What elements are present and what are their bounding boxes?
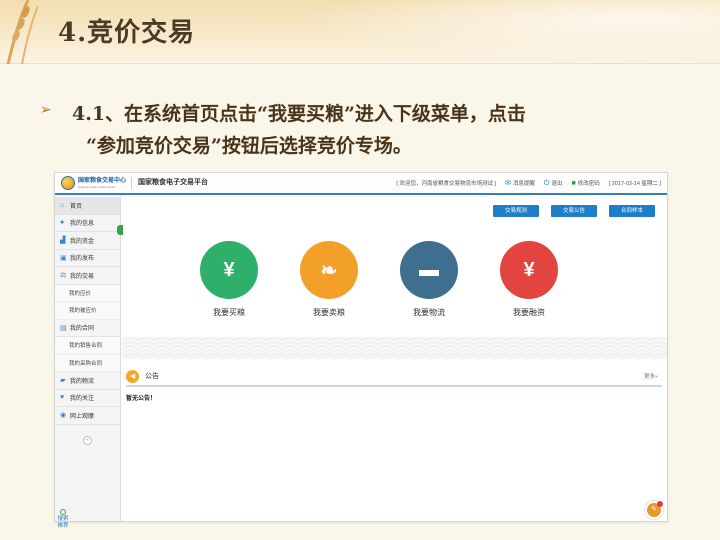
search-recommend[interactable]: 搜索推荐 (57, 509, 69, 530)
app-logo[interactable]: 国家粮食交易中心 National Grain Trade Center (55, 172, 131, 194)
eye-icon: ◉ (60, 412, 67, 420)
sidebar-collapse-button[interactable]: « (83, 436, 92, 445)
notice-header: ◀ 公告 更多» (126, 367, 662, 387)
buy-grain-tile[interactable]: ¥ 我要买粮 (199, 241, 259, 318)
main-content: 交易规则 交易公告 合同样本 ¥ 我要买粮 ❧ 我要卖粮 ▬ 我要物流 ¥ 我要… (122, 197, 667, 521)
app-screenshot: 国家粮食交易中心 National Grain Trade Center 国家粮… (54, 172, 668, 529)
trade-rules-button[interactable]: 交易规则 (493, 205, 539, 217)
slide-title: 4.竞价交易 (58, 18, 196, 48)
lock-icon: ■ (571, 180, 576, 187)
user-icon: ● (60, 219, 65, 227)
logistics-tile[interactable]: ▬ 我要物流 (399, 241, 459, 318)
action-tiles: ¥ 我要买粮 ❧ 我要卖粮 ▬ 我要物流 ¥ 我要融资 (199, 241, 559, 318)
notice-empty-text: 暂无公告！ (126, 396, 157, 402)
sell-grain-icon: ❧ (300, 241, 358, 299)
sidebar-sub-bids-received[interactable]: 我的被应价 (55, 302, 120, 320)
sidebar-item-observe[interactable]: ◉ 网上观摩 (55, 407, 120, 425)
financing-icon: ¥ (500, 241, 558, 299)
logo-text-en: National Grain Trade Center (78, 184, 116, 189)
chart-icon: ▟ (60, 237, 66, 245)
logo-emblem-icon (61, 176, 75, 190)
sidebar-item-trade[interactable]: ⚖ 我的交易 (55, 267, 120, 285)
megaphone-icon: ◀ (126, 369, 139, 383)
financing-label: 我要融资 (513, 308, 545, 317)
truck-icon: ▬ (400, 241, 458, 299)
sidebar-item-logistics[interactable]: ▰ 我的物流 (55, 372, 120, 390)
bullet-arrow-icon: ➢ (40, 102, 52, 118)
sidebar-item-contract[interactable]: ▤ 我的合同 (55, 320, 120, 337)
home-icon: ⌂ (60, 201, 65, 209)
buy-grain-icon: ¥ (200, 241, 258, 299)
trade-icon: ⚖ (60, 272, 67, 280)
messages-link[interactable]: ✉ 消息提醒 (505, 179, 535, 187)
platform-name: 国家粮食电子交易平台 (131, 177, 208, 189)
contract-sample-button[interactable]: 合同样本 (609, 205, 655, 217)
contract-icon: ▤ (60, 324, 67, 332)
notice-title: 公告 (145, 373, 159, 380)
power-icon: ⏻ (543, 179, 550, 187)
app-topbar: 国家粮食交易中心 National Grain Trade Center 国家粮… (55, 173, 667, 195)
buy-grain-label: 我要买粮 (213, 308, 245, 317)
logout-link[interactable]: ⏻ 退出 (544, 179, 563, 188)
logo-text-cn: 国家粮食交易中心 (78, 177, 127, 184)
sidebar-item-funds[interactable]: ▟ 我的资金 (55, 232, 120, 250)
logistics-icon: ▰ (60, 377, 66, 385)
bullet-line-1: 4.1、在系统首页点击“我要买粮”进入下级菜单，点击 (72, 103, 526, 125)
sidebar-item-follow[interactable]: ♥ 我的关注 (55, 390, 120, 407)
sidebar: ⌂ 首页 ● 我的信息 ▟ 我的资金 ▣ 我的发布 ⚖ 我的交易 我的应价 我的被应价 ▤… (55, 197, 123, 529)
top-buttons: 交易规则 交易公告 合同样本 (493, 205, 655, 217)
change-password-link[interactable]: ■ 修改密码 (571, 179, 599, 187)
search-dot-icon (60, 509, 66, 515)
trade-notice-button[interactable]: 交易公告 (551, 205, 597, 217)
heart-icon: ♥ (60, 394, 65, 402)
slide-header: 4.竞价交易 (0, 0, 720, 64)
sidebar-item-home[interactable]: ⌂ 首页 (55, 197, 120, 215)
welcome-text: [ 欢迎您，河南省粮食交易物流市场测试 ] (396, 181, 497, 187)
sidebar-item-publish[interactable]: ▣ 我的发布 (55, 250, 120, 267)
notification-dot-icon (657, 501, 663, 507)
logistics-label: 我要物流 (413, 308, 445, 317)
decorative-wave-band (122, 337, 667, 359)
financing-tile[interactable]: ¥ 我要融资 (499, 241, 559, 318)
sidebar-sub-my-bids[interactable]: 我的应价 (55, 284, 120, 302)
topbar-actions: [ 欢迎您，河南省粮食交易物流市场测试 ] ✉ 消息提醒 ⏻ 退出 ■ 修改密码 [ … (396, 179, 667, 188)
sidebar-sub-purchase-contract[interactable]: 我的采购合同 (55, 354, 120, 372)
bullet-line-2: “参加竞价交易”按钮后选择竞价专场。 (86, 135, 412, 157)
sidebar-item-info[interactable]: ● 我的信息 (55, 215, 120, 232)
publish-icon: ▣ (60, 254, 67, 262)
mail-icon: ✉ (505, 180, 511, 187)
sell-grain-label: 我要卖粮 (313, 308, 345, 317)
notice-more-link[interactable]: 更多» (644, 372, 662, 380)
sell-grain-tile[interactable]: ❧ 我要卖粮 (299, 241, 359, 318)
slide-bullet: ➢ 4.1、在系统首页点击“我要买粮”进入下级菜单，点击 “参加竞价交易”按钮后… (40, 98, 680, 162)
floating-chat-button[interactable]: ✎ (645, 501, 663, 519)
date-text: [ 2017-03-14 星期二 ] (608, 181, 661, 187)
wheat-icon (6, 0, 39, 64)
sidebar-sub-sales-contract[interactable]: 我的销售合同 (55, 337, 120, 355)
